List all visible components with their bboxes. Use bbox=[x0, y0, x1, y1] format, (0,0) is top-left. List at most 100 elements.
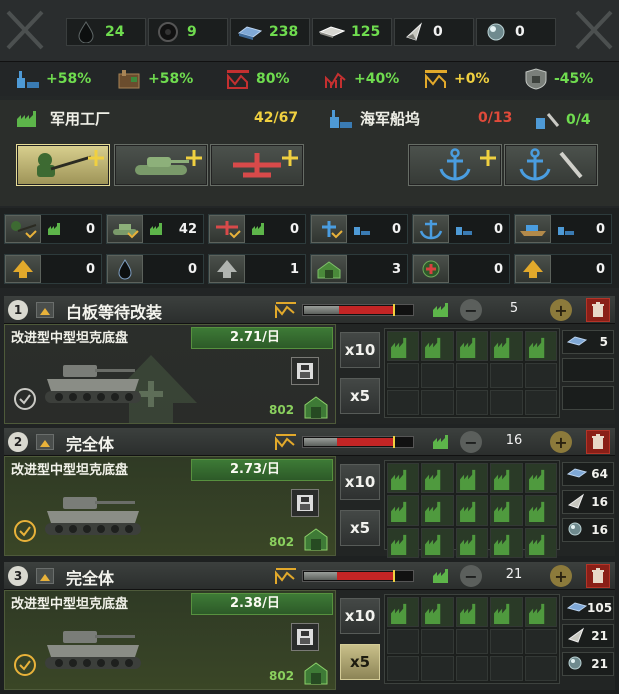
counter-fuel[interactable]: 0 bbox=[106, 254, 204, 284]
factory-slot bbox=[455, 597, 489, 628]
remove-factory-button[interactable]: − bbox=[460, 299, 482, 321]
save-template-icon[interactable] bbox=[291, 357, 319, 385]
resource-steel: 238 bbox=[230, 18, 310, 46]
delete-line-button[interactable] bbox=[586, 430, 610, 454]
factory-slot bbox=[455, 629, 489, 655]
counter-logistics[interactable]: 0 bbox=[514, 254, 612, 284]
category-armor-button[interactable] bbox=[114, 144, 208, 186]
military-factory-panel: 军用工厂 42/67 bbox=[0, 100, 312, 206]
resources-bar: 24 9 238 125 0 0 bbox=[0, 0, 619, 62]
multiplier-x10-button[interactable]: x10 bbox=[340, 464, 380, 500]
add-factory-button[interactable]: + bbox=[550, 299, 572, 321]
modifier-efficiency-cap[interactable]: 80% bbox=[224, 66, 290, 92]
add-factory-button[interactable]: + bbox=[550, 565, 572, 587]
counter-convoy[interactable]: 0 bbox=[514, 214, 612, 244]
modifier-value: +58% bbox=[46, 71, 92, 87]
remove-factory-button[interactable]: − bbox=[460, 565, 482, 587]
logistics-arrow-icon bbox=[515, 255, 551, 283]
factory-mini-icon bbox=[433, 303, 448, 317]
multiplier-x5-button[interactable]: x5 bbox=[340, 510, 380, 546]
move-up-button[interactable] bbox=[36, 302, 54, 318]
factory-slot bbox=[490, 597, 523, 628]
add-factory-button[interactable]: + bbox=[550, 431, 572, 453]
convoy-ship-icon bbox=[515, 215, 551, 243]
material-value: 16 bbox=[591, 523, 608, 537]
modifier-dockyard-output[interactable]: +58% bbox=[14, 66, 91, 92]
multiplier-x10-button[interactable]: x10 bbox=[340, 332, 380, 368]
factory-slot bbox=[455, 527, 489, 558]
line-name[interactable]: 白板等待改装 bbox=[66, 299, 162, 323]
category-air-button[interactable] bbox=[210, 144, 304, 186]
factory-total: 802 bbox=[269, 403, 295, 417]
factory-slot bbox=[455, 495, 489, 526]
factory-slot bbox=[421, 656, 454, 681]
line-name[interactable]: 完全体 bbox=[66, 431, 114, 455]
remove-factory-button[interactable]: − bbox=[460, 431, 482, 453]
line-name[interactable]: 完全体 bbox=[66, 565, 114, 589]
repair-dockyard-count: 0/4 bbox=[534, 110, 591, 130]
factory-slot bbox=[387, 495, 420, 526]
counter-value: 3 bbox=[391, 261, 401, 277]
repair-dock-icon bbox=[536, 113, 560, 129]
counter-fortification[interactable]: 3 bbox=[310, 254, 408, 284]
category-infantry-button[interactable] bbox=[16, 144, 110, 186]
counter-value: 0 bbox=[493, 261, 503, 277]
tank-icon bbox=[107, 215, 143, 243]
upgrade-status-icon bbox=[14, 520, 36, 542]
factory-slot bbox=[421, 363, 454, 389]
aircraft-icon bbox=[209, 215, 245, 243]
dockyard-title: 海军船坞 bbox=[328, 108, 420, 129]
equipment-card[interactable]: 改进型中型坦克底盘 2.71/日 802 bbox=[4, 324, 336, 424]
counter-upgrade[interactable]: 1 bbox=[208, 254, 306, 284]
material-value: 21 bbox=[591, 657, 608, 671]
tank-icon bbox=[135, 157, 189, 175]
save-template-icon[interactable] bbox=[291, 489, 319, 517]
equipment-card[interactable]: 改进型中型坦克底盘 2.38/日 802 bbox=[4, 590, 336, 690]
counter-infantry[interactable]: 0 bbox=[4, 214, 102, 244]
resource-oil: 24 bbox=[66, 18, 146, 46]
aircraft-icon bbox=[233, 153, 281, 178]
delete-line-button[interactable] bbox=[586, 564, 610, 588]
tungsten-shard-icon bbox=[567, 493, 585, 512]
category-naval-refit-button[interactable] bbox=[504, 144, 598, 186]
equipment-card[interactable]: 改进型中型坦克底盘 2.73/日 802 bbox=[4, 456, 336, 556]
factory-slot bbox=[387, 390, 420, 415]
move-up-button[interactable] bbox=[36, 568, 54, 584]
material-value: 16 bbox=[591, 495, 608, 509]
multiplier-x10-button[interactable]: x10 bbox=[340, 598, 380, 634]
counter-armor[interactable]: 42 bbox=[106, 214, 204, 244]
material-slot-empty bbox=[562, 386, 614, 410]
material-requirement: 16 bbox=[562, 490, 614, 514]
rubber-tire-icon bbox=[155, 20, 181, 44]
factory-slot bbox=[387, 363, 420, 389]
save-template-icon[interactable] bbox=[291, 623, 319, 651]
multiplier-x5-button[interactable]: x5 bbox=[340, 644, 380, 680]
efficiency-bar bbox=[302, 304, 414, 316]
steel-ingot-icon bbox=[237, 20, 263, 44]
resource-chromium: 0 bbox=[476, 18, 556, 46]
counter-value: 0 bbox=[391, 221, 401, 237]
efficiency-cap-icon bbox=[224, 67, 252, 91]
counter-medical[interactable]: 0 bbox=[412, 254, 510, 284]
efficiency-icon bbox=[275, 568, 296, 584]
modifier-efficiency-retention[interactable]: +0% bbox=[422, 66, 490, 92]
factory-slot bbox=[421, 597, 454, 628]
counter-air[interactable]: 0 bbox=[208, 214, 306, 244]
move-up-button[interactable] bbox=[36, 434, 54, 450]
factory-assignment-grid bbox=[384, 460, 560, 558]
factory-slot bbox=[421, 390, 454, 415]
counter-naval-hull[interactable]: 0 bbox=[310, 214, 408, 244]
category-naval-button[interactable] bbox=[408, 144, 502, 186]
factory-slot bbox=[524, 597, 557, 628]
material-value: 105 bbox=[587, 601, 613, 615]
repair-dockyard-value: 0/4 bbox=[566, 112, 591, 128]
modifier-factory-output[interactable]: +58% bbox=[116, 66, 193, 92]
delete-line-button[interactable] bbox=[586, 298, 610, 322]
line-header: 1 白板等待改装 − 5 + bbox=[4, 296, 615, 324]
modifier-efficiency-growth[interactable]: +40% bbox=[322, 66, 399, 92]
efficiency-icon bbox=[275, 302, 296, 318]
counter-naval[interactable]: 0 bbox=[412, 214, 510, 244]
counter-support[interactable]: 0 bbox=[4, 254, 102, 284]
modifier-resource-gain[interactable]: -45% bbox=[522, 66, 593, 92]
multiplier-x5-button[interactable]: x5 bbox=[340, 378, 380, 414]
